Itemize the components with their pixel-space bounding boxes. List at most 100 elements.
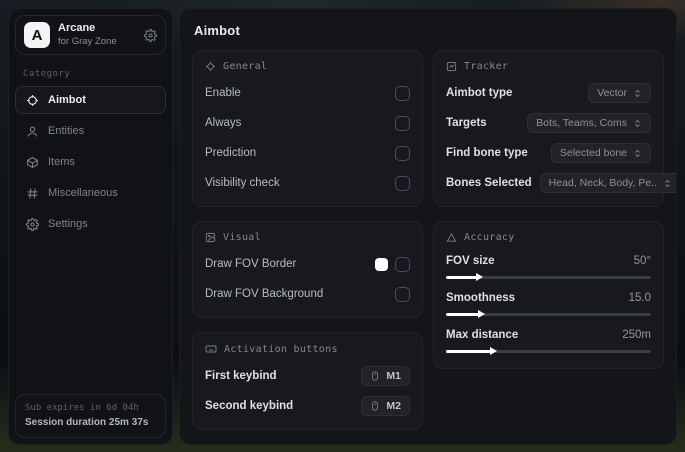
- setting-row: First keybind M1: [205, 365, 410, 387]
- chevron-up-down-icon: [663, 178, 672, 189]
- smoothness-value: 15.0: [628, 292, 651, 304]
- fov-size-value: 50°: [633, 255, 651, 267]
- chevron-up-down-icon: [633, 88, 642, 99]
- setting-row: Prediction: [205, 142, 410, 164]
- sidebar-item-label: Miscellaneous: [48, 187, 118, 199]
- main-panel: Aimbot General Enable Always Prediction …: [179, 8, 677, 445]
- setting-label: Max distance: [446, 329, 519, 341]
- setting-label: Targets: [446, 117, 487, 129]
- sidebar-item-label: Settings: [48, 218, 88, 230]
- always-checkbox[interactable]: [395, 115, 410, 131]
- sidebar-item-aimbot[interactable]: Aimbot: [15, 86, 166, 114]
- sidebar-item-items[interactable]: Items: [15, 148, 166, 176]
- keybind-value: M1: [386, 370, 401, 382]
- setting-label: Find bone type: [446, 147, 528, 159]
- dropdown-value: Bots, Teams, Coms: [536, 117, 627, 129]
- card-title: General: [223, 61, 268, 72]
- chevron-up-down-icon: [633, 118, 642, 129]
- activation-buttons-card: Activation buttons First keybind M1 Seco…: [192, 332, 423, 430]
- setting-label: Visibility check: [205, 177, 280, 189]
- setting-row: Targets Bots, Teams, Coms: [446, 112, 651, 134]
- header-gear-icon[interactable]: [144, 28, 157, 42]
- dropdown-value: Head, Neck, Body, Pe..: [548, 177, 658, 189]
- setting-row: Enable: [205, 82, 410, 104]
- crosshair-icon: [26, 94, 39, 107]
- sidebar-item-settings[interactable]: Settings: [15, 210, 166, 238]
- app-logo: A: [24, 22, 50, 48]
- setting-label: First keybind: [205, 370, 277, 382]
- triangle-icon: [446, 232, 457, 243]
- first-keybind-button[interactable]: M1: [361, 366, 410, 386]
- setting-row: Find bone type Selected bone: [446, 142, 651, 164]
- entities-icon: [26, 125, 39, 138]
- setting-row: Draw FOV Border: [205, 253, 410, 275]
- setting-row: Draw FOV Background: [205, 283, 410, 305]
- smoothness-slider[interactable]: [446, 310, 651, 319]
- fov-size-setting: FOV size 50°: [446, 255, 651, 282]
- setting-row: Always: [205, 112, 410, 134]
- max-distance-setting: Max distance 250m: [446, 329, 651, 356]
- setting-label: Smoothness: [446, 292, 516, 304]
- max-distance-slider[interactable]: [446, 347, 651, 356]
- smoothness-setting: Smoothness 15.0: [446, 292, 651, 319]
- fov-size-slider[interactable]: [446, 273, 651, 282]
- draw-fov-background-checkbox[interactable]: [395, 286, 410, 302]
- setting-label: Draw FOV Background: [205, 288, 324, 300]
- visual-card: Visual Draw FOV Border Draw FOV Backgrou…: [192, 221, 423, 318]
- box-icon: [26, 156, 39, 169]
- image-icon: [205, 232, 216, 243]
- session-duration-text: Session duration 25m 37s: [25, 417, 149, 428]
- accuracy-card: Accuracy FOV size 50° Smoothness 15.0 Ma…: [433, 221, 664, 369]
- app-window: A Arcane for Gray Zone Category Aimbot E…: [8, 8, 677, 445]
- grid-icon: [26, 187, 39, 200]
- setting-label: Always: [205, 117, 242, 129]
- app-subtitle: for Gray Zone: [58, 35, 117, 47]
- visibility-check-checkbox[interactable]: [395, 175, 410, 191]
- fov-border-color-swatch[interactable]: [375, 257, 388, 271]
- tracker-card: Tracker Aimbot type Vector Targets Bots,…: [433, 50, 676, 207]
- category-label: Category: [23, 69, 71, 79]
- app-header: A Arcane for Gray Zone: [15, 15, 166, 55]
- draw-fov-border-checkbox[interactable]: [395, 256, 410, 272]
- targets-dropdown[interactable]: Bots, Teams, Coms: [527, 113, 651, 133]
- setting-label: Draw FOV Border: [205, 258, 297, 270]
- card-title: Tracker: [464, 61, 509, 72]
- mouse-icon: [370, 400, 380, 412]
- general-card: General Enable Always Prediction Visibil…: [192, 50, 423, 207]
- slider-fill: [446, 310, 485, 318]
- second-keybind-button[interactable]: M2: [361, 396, 410, 416]
- chevron-up-down-icon: [633, 148, 642, 159]
- aimbot-type-dropdown[interactable]: Vector: [588, 83, 651, 103]
- setting-label: Bones Selected: [446, 177, 532, 189]
- card-title: Visual: [223, 232, 261, 243]
- prediction-checkbox[interactable]: [395, 145, 410, 161]
- keyboard-icon: [205, 343, 217, 355]
- logo-letter: A: [31, 26, 43, 44]
- mouse-icon: [370, 370, 380, 382]
- dropdown-value: Vector: [597, 87, 627, 99]
- setting-label: Enable: [205, 87, 241, 99]
- sidebar: A Arcane for Gray Zone Category Aimbot E…: [8, 8, 173, 445]
- max-distance-value: 250m: [622, 329, 651, 341]
- subscription-info: Sub expires in 6d 04h Session duration 2…: [15, 393, 166, 438]
- bones-selected-dropdown[interactable]: Head, Neck, Body, Pe..: [539, 173, 676, 193]
- page-title: Aimbot: [194, 23, 240, 38]
- card-title: Accuracy: [464, 232, 515, 243]
- slider-fill: [446, 347, 498, 355]
- dropdown-value: Selected bone: [559, 147, 627, 159]
- setting-row: Second keybind M2: [205, 395, 410, 417]
- setting-label: Aimbot type: [446, 87, 513, 99]
- sidebar-item-miscellaneous[interactable]: Miscellaneous: [15, 179, 166, 207]
- setting-row: Aimbot type Vector: [446, 82, 651, 104]
- setting-label: FOV size: [446, 255, 495, 267]
- keybind-value: M2: [386, 400, 401, 412]
- sidebar-nav: Aimbot Entities Items Miscellaneous Sett…: [15, 86, 166, 238]
- enable-checkbox[interactable]: [395, 85, 410, 101]
- setting-label: Prediction: [205, 147, 257, 159]
- find-bone-type-dropdown[interactable]: Selected bone: [550, 143, 651, 163]
- card-title: Activation buttons: [224, 343, 338, 355]
- setting-label: Second keybind: [205, 400, 294, 412]
- sidebar-item-entities[interactable]: Entities: [15, 117, 166, 145]
- sidebar-item-label: Aimbot: [48, 94, 86, 106]
- sub-expires-text: Sub expires in 6d 04h: [25, 402, 139, 413]
